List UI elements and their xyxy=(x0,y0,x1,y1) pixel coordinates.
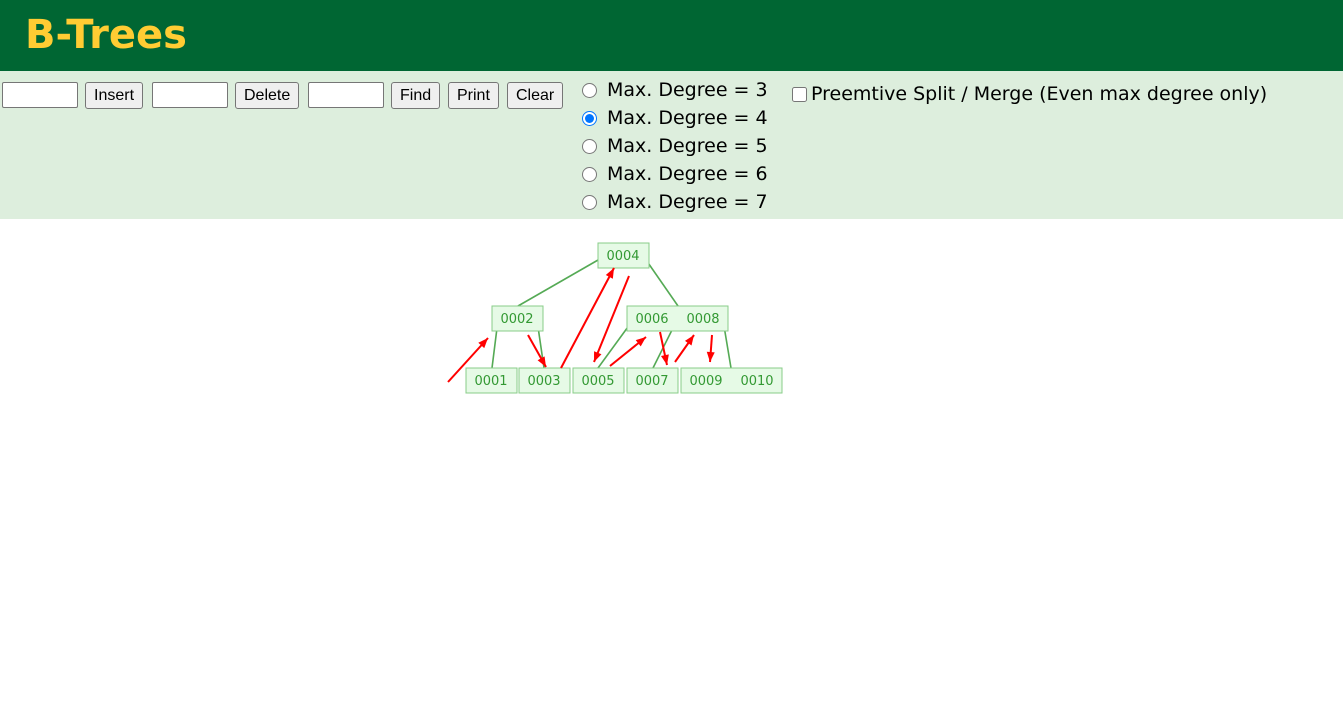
node-key: 0009 xyxy=(689,374,722,389)
tree-node: 0006 0008 xyxy=(626,305,729,332)
tree-edge xyxy=(517,255,606,307)
btree-canvas: 0004 0002 0006 0008 0001 0003 0005 0007 0009 0010 xyxy=(447,242,783,394)
tree-node: 0009 0010 xyxy=(680,367,783,394)
trace-arrow xyxy=(527,334,547,368)
node-key: 0002 xyxy=(500,312,533,327)
tree-node: 0007 xyxy=(626,367,679,394)
node-key: 0007 xyxy=(635,374,668,389)
tree-node: 0004 xyxy=(597,242,650,269)
node-key: 0005 xyxy=(581,374,614,389)
tree-node: 0002 xyxy=(491,305,544,332)
node-key: 0001 xyxy=(474,374,507,389)
tree-node: 0001 xyxy=(465,367,518,394)
trace-arrow xyxy=(560,267,615,369)
tree-node: 0003 xyxy=(518,367,571,394)
node-key: 0008 xyxy=(686,312,719,327)
trace-arrow xyxy=(706,334,715,363)
node-key: 0003 xyxy=(527,374,560,389)
trace-arrow xyxy=(659,331,669,366)
tree-node: 0005 xyxy=(572,367,625,394)
node-key: 0006 xyxy=(635,312,668,327)
trace-arrow xyxy=(609,336,647,367)
node-key: 0010 xyxy=(740,374,773,389)
trace-arrow xyxy=(674,334,695,363)
node-key: 0004 xyxy=(606,249,639,264)
